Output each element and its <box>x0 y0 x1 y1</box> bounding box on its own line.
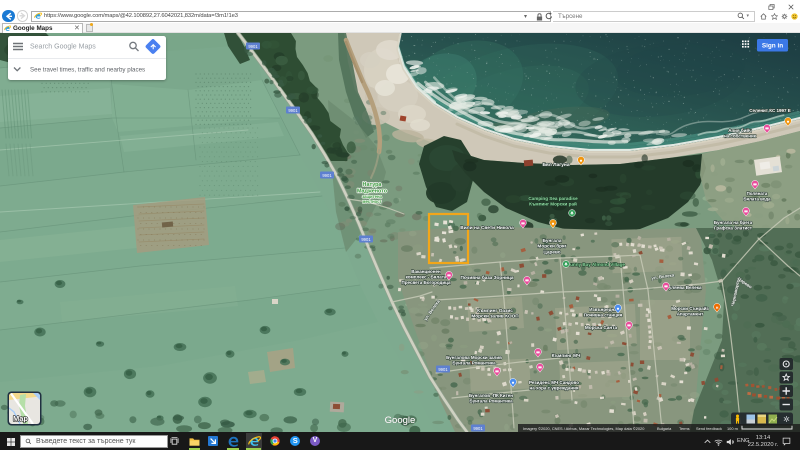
svg-text:Почивна станция: Почивна станция <box>584 313 623 318</box>
svg-text:Селенит КС 1997 Е: Селенит КС 1997 Е <box>749 108 790 113</box>
svg-text:Почивна база Зорница: Почивна база Зорница <box>461 274 514 280</box>
svg-text:Натура: Натура <box>363 182 383 188</box>
svg-text:Морски Сънрайз: Морски Сънрайз <box>671 305 709 311</box>
svg-text:Search Google Maps: Search Google Maps <box>30 44 96 51</box>
svg-text:H: H <box>716 306 719 310</box>
svg-text:Резиденс МЧ Сандово: Резиденс МЧ Сандово <box>529 380 579 385</box>
svg-text:на собственик: на собственик <box>724 133 757 139</box>
svg-text:Морски бряг: Морски бряг <box>537 243 566 249</box>
svg-text:Морска Санта: Морска Санта <box>585 325 618 330</box>
svg-text:Бунгала Романтика: Бунгала Романтика <box>452 361 496 366</box>
svg-text:местност: местност <box>362 199 381 204</box>
svg-text:Google: Google <box>385 415 416 426</box>
svg-text:комплекс - Бялата: комплекс - Бялата <box>406 275 447 280</box>
svg-text:Бялата вода: Бялата вода <box>743 196 771 201</box>
svg-text:Извънредна: Извънредна <box>589 307 617 312</box>
svg-text:Къмпинг МЧ: Къмпинг МЧ <box>552 353 581 358</box>
svg-text:Ваканционен: Ваканционен <box>411 269 441 274</box>
svg-text:Бунгала: Бунгала <box>543 238 562 243</box>
svg-text:Bulgaria: Bulgaria <box>657 426 672 431</box>
svg-text:Вили на Свети Никола: Вили на Свети Никола <box>460 225 514 231</box>
svg-text:See travel times, traffic and: See travel times, traffic and nearby pla… <box>30 67 145 74</box>
svg-text:Camping Sea paradise: Camping Sea paradise <box>528 196 578 201</box>
svg-text:Графска Златист: Графска Златист <box>714 225 753 231</box>
svg-text:Царево: Царево <box>543 249 560 254</box>
svg-text:Апия бийч: Апия бийч <box>728 127 752 133</box>
svg-text:Бунгалов -ПК Китен: Бунгалов -ПК Китен <box>469 393 513 398</box>
svg-text:Terms: Terms <box>679 426 690 431</box>
svg-text:Imagery ©2020, CNES / Airbus,: Imagery ©2020, CNES / Airbus, Maxar Tech… <box>523 426 645 431</box>
svg-text:Sign in: Sign in <box>762 43 783 50</box>
svg-text:Гуляева Велека: Гуляева Велека <box>666 285 702 290</box>
svg-text:Поляната: Поляната <box>747 191 768 196</box>
svg-text:Бунгала на брега: Бунгала на брега <box>714 219 753 225</box>
svg-text:Апартамент: Апартамент <box>677 312 704 317</box>
svg-text:Пресвета Богородица: Пресвета Богородица <box>402 280 451 285</box>
svg-text:Къмпинг Морски рай: Къмпинг Морски рай <box>529 201 577 207</box>
svg-text:Map: Map <box>13 414 28 423</box>
svg-text:Sunny Bay Almond Village: Sunny Bay Almond Village <box>567 262 625 267</box>
svg-text:Send feedback: Send feedback <box>696 426 722 431</box>
svg-text:Бунгала Романтика: Бунгала Романтика <box>469 399 513 404</box>
svg-text:Бунгалова Морски залив: Бунгалова Морски залив <box>446 355 502 360</box>
svg-text:Къмпинг Оазис: Къмпинг Оазис <box>477 308 513 313</box>
svg-text:Бял Лагуна: Бял Лагуна <box>542 162 569 168</box>
svg-text:на хора с увреждания: на хора с увреждания <box>530 386 579 391</box>
svg-text:100 m: 100 m <box>727 426 738 431</box>
svg-text:Морски залив КООП: Морски залив КООП <box>471 314 519 319</box>
